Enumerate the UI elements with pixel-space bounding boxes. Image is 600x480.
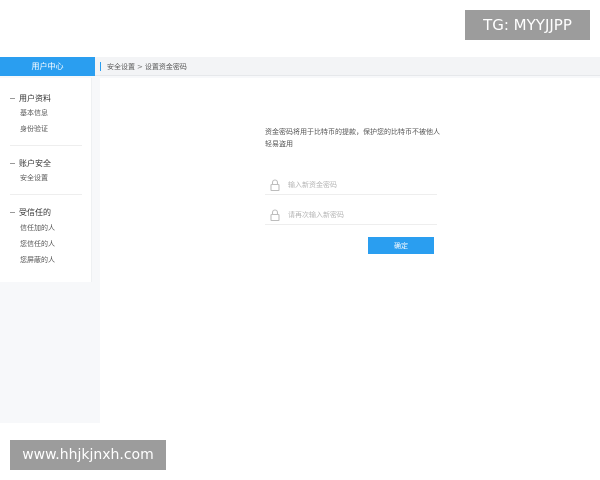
breadcrumb-marker (100, 62, 101, 71)
breadcrumb: 安全设置 > 设置资金密码 (100, 57, 187, 76)
sidebar-group-title-label: 受信任的 (19, 207, 51, 217)
sidebar-item-you-blocked[interactable]: 您屏蔽的人 (20, 254, 55, 266)
minus-icon (10, 162, 15, 164)
confirm-fund-password-input[interactable] (288, 210, 428, 219)
sidebar: 用户资料 基本信息 身份验证 账户安全 安全设置 受信任的 信任加的人 您信任的… (0, 78, 92, 282)
sidebar-item-basic-info[interactable]: 基本信息 (20, 107, 48, 119)
sidebar-item-security-settings[interactable]: 安全设置 (20, 172, 48, 184)
breadcrumb-item-set-fund-password: 设置资金密码 (144, 62, 187, 71)
breadcrumb-separator: > (137, 62, 143, 71)
app-window: 用户中心 安全设置 > 设置资金密码 用户资料 基本信息 身份验证 账户安全 安… (0, 57, 600, 423)
confirm-fund-password-field (265, 205, 437, 225)
sidebar-item-trusted-added[interactable]: 信任加的人 (20, 222, 55, 234)
fund-password-description: 资金密码将用于比特币的提款，保护您的比特币不被他人轻易盗用 (265, 128, 440, 148)
sidebar-group-title[interactable]: 账户安全 (10, 156, 51, 170)
sidebar-group-title[interactable]: 用户资料 (10, 91, 51, 105)
lock-icon (270, 208, 280, 221)
minus-icon (10, 211, 15, 213)
user-center-tab[interactable]: 用户中心 (0, 57, 95, 76)
lock-icon (270, 178, 280, 191)
sidebar-group-title-label: 用户资料 (19, 93, 51, 103)
sidebar-divider (10, 145, 82, 146)
sidebar-item-you-trust[interactable]: 您信任的人 (20, 238, 55, 250)
new-fund-password-input[interactable] (288, 180, 428, 189)
confirm-button[interactable]: 确定 (368, 237, 434, 254)
sidebar-item-identity-verification[interactable]: 身份验证 (20, 123, 48, 135)
breadcrumb-item-security-settings[interactable]: 安全设置 (107, 62, 135, 72)
sidebar-group-title[interactable]: 受信任的 (10, 205, 51, 219)
watermark-bottom: www.hhjkjnxh.com (10, 440, 166, 470)
sidebar-group-title-label: 账户安全 (19, 158, 51, 168)
new-fund-password-field (265, 175, 437, 195)
page: TG: MYYJJPP 用户中心 安全设置 > 设置资金密码 用户资料 基本信息… (0, 0, 600, 480)
top-bar: 用户中心 安全设置 > 设置资金密码 (0, 57, 600, 76)
watermark-top: TG: MYYJJPP (465, 10, 590, 40)
main-panel: 资金密码将用于比特币的提款，保护您的比特币不被他人轻易盗用 确定 (100, 78, 600, 423)
minus-icon (10, 97, 15, 99)
sidebar-divider (10, 194, 82, 195)
